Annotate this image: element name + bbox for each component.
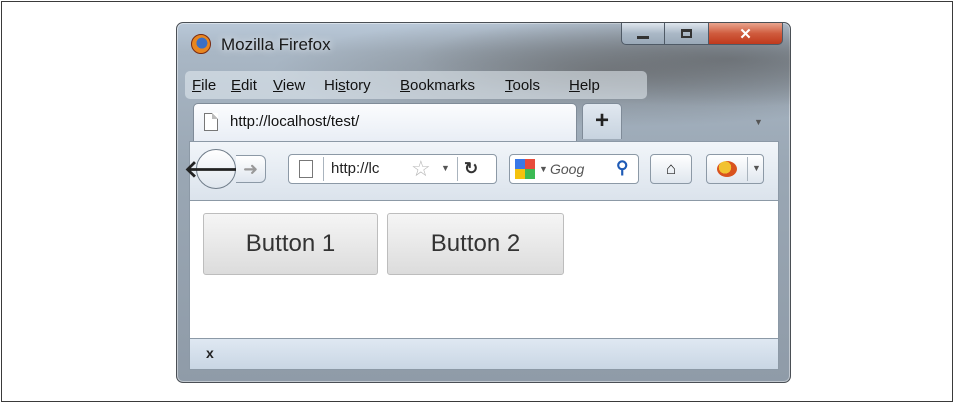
bottom-bar: x: [189, 338, 779, 370]
menu-edit[interactable]: Edit: [231, 77, 257, 94]
menu-bar: File Edit View History Bookmarks Tools H…: [185, 71, 790, 99]
close-icon: ✕: [739, 25, 752, 43]
search-bar[interactable]: ▼ Goog ⚲: [509, 154, 639, 184]
url-divider: [457, 157, 458, 181]
url-input[interactable]: http://lc: [331, 160, 407, 177]
tab-label: http://localhost/test/: [230, 113, 360, 130]
menu-bookmarks[interactable]: Bookmarks: [400, 77, 475, 94]
home-button[interactable]: ⌂: [650, 154, 692, 184]
addon-divider: [747, 157, 748, 181]
firebug-icon: [717, 161, 737, 177]
tab-list-arrow-icon[interactable]: ▼: [754, 117, 763, 127]
browser-window: Mozilla Firefox ✕ File Edit View History…: [176, 22, 791, 383]
maximize-button[interactable]: [665, 23, 709, 45]
maximize-icon: [681, 29, 692, 38]
firebug-button[interactable]: ▼: [706, 154, 764, 184]
reload-icon[interactable]: ↻: [464, 159, 478, 179]
button-2[interactable]: Button 2: [387, 213, 564, 275]
firebug-dropdown-icon[interactable]: ▼: [752, 163, 761, 173]
page-icon: [204, 113, 218, 131]
url-dropdown-icon[interactable]: ▼: [441, 163, 450, 173]
star-icon[interactable]: ☆: [411, 156, 431, 182]
minimize-button[interactable]: [621, 23, 665, 45]
tab-active[interactable]: http://localhost/test/: [193, 103, 577, 141]
menu-view[interactable]: View: [273, 77, 305, 94]
back-button[interactable]: 🡐: [184, 149, 248, 189]
menu-tools[interactable]: Tools: [505, 77, 540, 94]
caption-buttons: ✕: [621, 23, 785, 45]
menu-help[interactable]: Help: [569, 77, 600, 94]
plus-icon: +: [594, 107, 609, 134]
bar-close-icon[interactable]: x: [206, 345, 214, 361]
minimize-icon: [637, 35, 649, 39]
new-tab-button[interactable]: +: [582, 103, 622, 139]
home-icon: ⌂: [665, 159, 677, 178]
page-content: Button 1 Button 2: [189, 201, 779, 338]
forward-button[interactable]: ➜: [236, 155, 266, 183]
navigation-toolbar: 🡐 ➜ http://lc ☆ ▼ ↻ ▼ Goog ⚲ ⌂ ▼: [184, 141, 779, 201]
url-divider: [323, 157, 324, 181]
search-input[interactable]: Goog: [550, 161, 584, 177]
url-bar[interactable]: http://lc ☆ ▼ ↻: [288, 154, 497, 184]
menu-file[interactable]: File: [192, 77, 216, 94]
close-button[interactable]: ✕: [709, 23, 783, 45]
google-icon[interactable]: [515, 159, 535, 179]
button-1[interactable]: Button 1: [203, 213, 378, 275]
firefox-icon: [191, 34, 211, 54]
forward-arrow-icon: ➜: [242, 159, 259, 179]
search-engine-dropdown-icon[interactable]: ▼: [539, 164, 548, 174]
window-title: Mozilla Firefox: [221, 35, 331, 54]
menu-history[interactable]: History: [324, 77, 371, 94]
search-icon[interactable]: ⚲: [616, 158, 628, 178]
page-icon: [299, 160, 313, 178]
